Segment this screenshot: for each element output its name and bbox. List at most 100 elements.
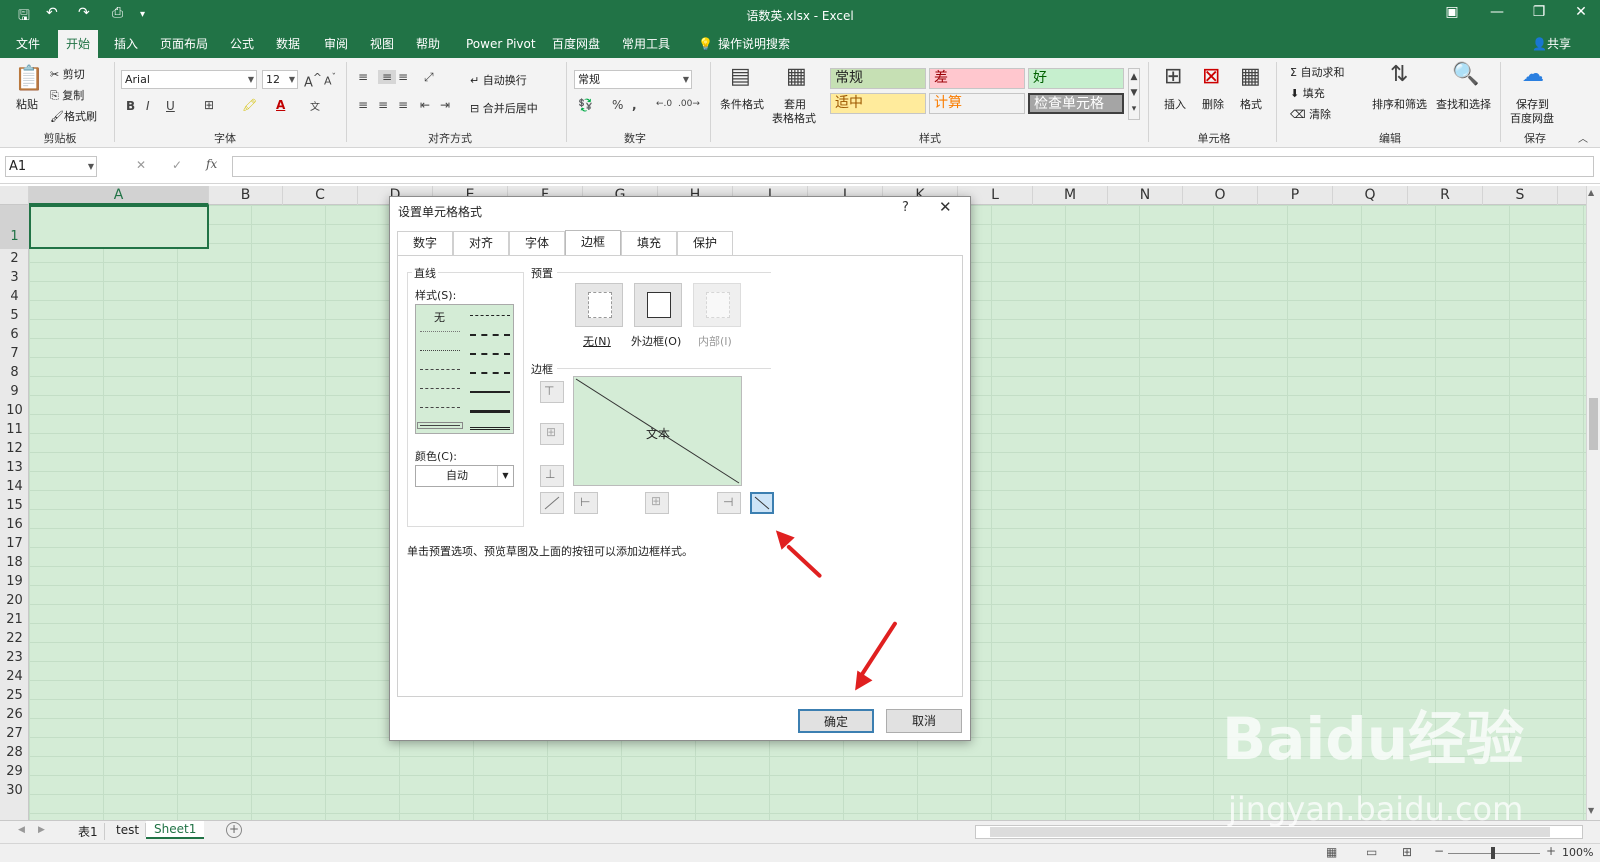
align-left-icon[interactable]: ≡ [358, 98, 368, 112]
border-bottom-button[interactable]: ⊥ [540, 465, 564, 487]
normal-view-icon[interactable]: ▦ [1326, 845, 1337, 859]
column-header[interactable]: N [1108, 186, 1183, 205]
format-cells-button[interactable]: 格式 [1240, 96, 1262, 112]
restore-icon[interactable]: ❐ [1524, 4, 1554, 20]
align-top-icon[interactable]: ≡ [358, 70, 368, 84]
row-header[interactable]: 30 [0, 781, 29, 800]
border-left-button[interactable]: ⊢ [574, 492, 598, 514]
delete-cells-button[interactable]: 删除 [1202, 96, 1224, 112]
border-middle-vertical-button[interactable]: ⊞ [645, 492, 669, 514]
line-style-dashdotdot[interactable] [420, 369, 460, 370]
color-dropdown[interactable]: 自动 ▼ [415, 465, 514, 487]
formula-input[interactable] [232, 156, 1594, 177]
column-header[interactable]: R [1408, 186, 1483, 205]
row-header[interactable]: 5 [0, 306, 29, 325]
share-button[interactable]: 👤共享 [1524, 30, 1579, 58]
row-header[interactable]: 19 [0, 572, 29, 591]
zoom-level[interactable]: 100% [1562, 846, 1593, 859]
fill-button[interactable]: ⬇ 填充 [1290, 85, 1325, 101]
preset-none-button[interactable] [575, 283, 623, 327]
tab-insert[interactable]: 插入 [106, 30, 146, 58]
prev-sheet-icon[interactable]: ◀ [18, 825, 25, 835]
style-good[interactable]: 好 [1028, 68, 1124, 89]
hscroll-thumb[interactable] [990, 827, 1550, 837]
active-cell-a1[interactable] [29, 205, 209, 249]
row-header[interactable]: 24 [0, 667, 29, 686]
border-preview[interactable]: 文本 [573, 376, 742, 486]
dialog-tab-protection[interactable]: 保护 [677, 231, 733, 255]
page-layout-view-icon[interactable]: ▭ [1366, 845, 1377, 859]
row-header[interactable]: 10 [0, 401, 29, 420]
sheet-tab-active[interactable]: Sheet1 [146, 821, 205, 839]
insert-cells-icon[interactable]: ⊞ [1164, 64, 1182, 89]
delete-cells-icon[interactable]: ⊠ [1202, 64, 1220, 89]
row-header[interactable]: 21 [0, 610, 29, 629]
line-style-none[interactable]: 无 [434, 309, 445, 325]
row-header[interactable]: 16 [0, 515, 29, 534]
comma-button[interactable]: , [632, 98, 637, 112]
sort-filter-icon[interactable]: ⇅ [1390, 62, 1408, 87]
increase-font-icon[interactable]: A^ [304, 71, 322, 90]
line-style-med-dashdotdot[interactable] [470, 315, 510, 316]
table-format-line2[interactable]: 表格格式 [772, 110, 816, 126]
preset-outline-button[interactable] [634, 283, 682, 327]
line-style-thin[interactable] [417, 422, 463, 429]
column-header[interactable]: O [1183, 186, 1258, 205]
increase-decimal-icon[interactable]: ←.0 [656, 99, 672, 109]
row-header[interactable]: 22 [0, 629, 29, 648]
sort-filter-button[interactable]: 排序和筛选 [1372, 96, 1427, 112]
sheet-tab[interactable]: test [110, 823, 147, 837]
preset-inside-button[interactable] [693, 283, 741, 327]
zoom-slider-thumb[interactable] [1491, 847, 1495, 859]
row-header[interactable]: 17 [0, 534, 29, 553]
row-header[interactable]: 29 [0, 762, 29, 781]
autosum-button[interactable]: Σ 自动求和 [1290, 64, 1344, 80]
row-header[interactable]: 25 [0, 686, 29, 705]
next-sheet-icon[interactable]: ▶ [38, 825, 45, 835]
border-diagonal-up-button[interactable] [540, 492, 564, 514]
increase-indent-icon[interactable]: ⇥ [440, 98, 450, 112]
column-header[interactable]: Q [1333, 186, 1408, 205]
row-header[interactable]: 9 [0, 382, 29, 401]
row-header[interactable]: 18 [0, 553, 29, 572]
font-color-icon[interactable]: A [276, 98, 285, 112]
conditional-format-button[interactable]: 条件格式 [720, 96, 764, 112]
tell-me-search[interactable]: 操作说明搜索 [710, 30, 798, 58]
border-diagonal-down-button[interactable] [750, 492, 774, 514]
italic-button[interactable]: I [146, 99, 150, 113]
style-calculation[interactable]: 计算 [929, 93, 1025, 114]
line-style-double[interactable] [470, 427, 510, 430]
ok-button[interactable]: 确定 [798, 709, 874, 733]
decrease-decimal-icon[interactable]: .00→ [678, 99, 700, 109]
row-header[interactable]: 26 [0, 705, 29, 724]
tab-view[interactable]: 视图 [362, 30, 402, 58]
save-baidu-line2[interactable]: 百度网盘 [1510, 110, 1554, 126]
zoom-out-icon[interactable]: − [1434, 844, 1444, 858]
line-style-dotted[interactable] [420, 350, 460, 351]
close-window-icon[interactable]: ✕ [1566, 4, 1596, 20]
conditional-format-icon[interactable]: ▤ [730, 64, 751, 89]
row-header[interactable]: 14 [0, 477, 29, 496]
column-header[interactable]: M [1033, 186, 1108, 205]
select-all-corner[interactable] [0, 186, 29, 205]
column-header[interactable]: C [283, 186, 358, 205]
style-neutral[interactable]: 适中 [830, 93, 926, 114]
line-style-hair[interactable] [420, 331, 460, 332]
minimize-icon[interactable]: — [1482, 4, 1512, 20]
row-header[interactable]: 11 [0, 420, 29, 439]
dialog-tab-number[interactable]: 数字 [397, 231, 453, 255]
row-header[interactable]: 27 [0, 724, 29, 743]
align-center-icon[interactable]: ≡ [378, 98, 388, 112]
merge-center-button[interactable]: ⊟ 合并后居中 [470, 100, 538, 116]
tab-file[interactable]: 文件 [8, 30, 48, 58]
line-style-med-dashdot[interactable] [470, 353, 510, 355]
find-select-button[interactable]: 查找和选择 [1436, 96, 1491, 112]
vertical-scrollbar[interactable]: ▲ ▼ [1586, 186, 1600, 820]
copy-button[interactable]: ⎘ 复制 [50, 87, 84, 103]
line-style-med-dashed[interactable] [470, 372, 510, 374]
insert-cells-button[interactable]: 插入 [1164, 96, 1186, 112]
dialog-tab-alignment[interactable]: 对齐 [453, 231, 509, 255]
column-header[interactable]: A [29, 186, 209, 205]
name-box[interactable]: A1 ▼ [5, 156, 97, 177]
row-header[interactable]: 3 [0, 268, 29, 287]
